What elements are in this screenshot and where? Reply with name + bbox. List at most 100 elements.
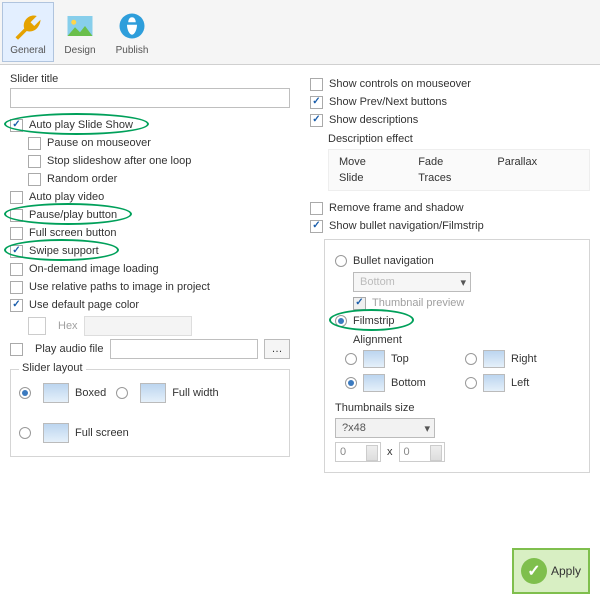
layout-legend: Slider layout: [19, 362, 86, 374]
toolbar-design-label: Design: [64, 45, 95, 56]
fullscreen-button-row[interactable]: Full screen button: [10, 226, 290, 240]
toolbar-design[interactable]: Design: [54, 2, 106, 62]
autoplay-row[interactable]: Auto play Slide Show: [10, 118, 290, 132]
apply-button[interactable]: ✓ Apply: [512, 548, 590, 594]
show-prevnext-row[interactable]: Show Prev/Next buttons: [310, 95, 590, 109]
thumb-height-input[interactable]: 0: [399, 442, 445, 462]
color-swatch[interactable]: [28, 317, 46, 335]
show-bullet-nav-row[interactable]: Show bullet navigation/Filmstrip: [310, 219, 590, 233]
default-color-row[interactable]: Use default page color: [10, 298, 290, 312]
align-top[interactable]: Top: [345, 350, 455, 368]
checkbox-icon: [10, 119, 23, 132]
pause-play-button-row[interactable]: Pause/play button: [10, 208, 290, 222]
align-left-label: Left: [511, 377, 529, 389]
thumbs-size-label: Thumbnails size: [335, 402, 579, 414]
boxed-preview-icon: [43, 383, 69, 403]
radio-icon: [19, 387, 31, 399]
layout-fullscreen-label: Full screen: [75, 427, 129, 439]
pause-mouseover-label: Pause on mouseover: [47, 136, 151, 150]
effect-move[interactable]: Move: [339, 154, 418, 170]
stop-one-loop-row[interactable]: Stop slideshow after one loop: [28, 154, 290, 168]
toolbar-publish[interactable]: Publish: [106, 2, 158, 62]
filmstrip-radio[interactable]: Filmstrip: [335, 314, 579, 328]
auto-play-video-label: Auto play video: [29, 190, 104, 204]
auto-play-video-row[interactable]: Auto play video: [10, 190, 290, 204]
show-prevnext-label: Show Prev/Next buttons: [329, 95, 447, 109]
layout-fullscreen[interactable]: Full screen: [19, 423, 129, 443]
relative-paths-row[interactable]: Use relative paths to image in project: [10, 280, 290, 294]
bullet-nav-label: Bullet navigation: [353, 254, 434, 268]
effect-fade[interactable]: Fade: [418, 154, 497, 170]
apply-label: Apply: [551, 564, 581, 578]
stop-one-loop-label: Stop slideshow after one loop: [47, 154, 191, 168]
show-controls-row[interactable]: Show controls on mouseover: [310, 77, 590, 91]
show-descriptions-row[interactable]: Show descriptions: [310, 113, 590, 127]
align-right[interactable]: Right: [465, 350, 575, 368]
slider-title-label: Slider title: [10, 73, 290, 85]
checkbox-icon: [28, 155, 41, 168]
toolbar-general-label: General: [10, 45, 46, 56]
audio-path-input[interactable]: [110, 339, 259, 359]
checkbox-icon: [310, 114, 323, 127]
layout-fullwidth[interactable]: Full width: [116, 383, 218, 403]
thumbs-size-select[interactable]: ?x48: [335, 418, 435, 438]
layout-boxed[interactable]: Boxed: [19, 383, 106, 403]
publish-icon: [115, 9, 149, 43]
hex-label: Hex: [58, 320, 78, 332]
thumb-width-input[interactable]: 0: [335, 442, 381, 462]
ondemand-loading-label: On-demand image loading: [29, 262, 159, 276]
show-controls-label: Show controls on mouseover: [329, 77, 471, 91]
top-toolbar: General Design Publish: [0, 0, 600, 65]
pause-mouseover-row[interactable]: Pause on mouseover: [28, 136, 290, 150]
default-color-label: Use default page color: [29, 298, 139, 312]
ondemand-loading-row[interactable]: On-demand image loading: [10, 262, 290, 276]
bullet-pos-select: Bottom: [353, 272, 471, 292]
fullscreen-preview-icon: [43, 423, 69, 443]
align-top-label: Top: [391, 353, 409, 365]
layout-fullwidth-label: Full width: [172, 387, 218, 399]
remove-frame-row[interactable]: Remove frame and shadow: [310, 201, 590, 215]
alignment-grid: Top Right Bottom Left: [345, 350, 579, 392]
radio-icon: [345, 377, 357, 389]
effect-slide[interactable]: Slide: [339, 170, 418, 186]
checkbox-icon: [10, 209, 23, 222]
radio-icon: [465, 353, 477, 365]
checkbox-icon: [10, 263, 23, 276]
desc-effect-list[interactable]: Move Fade Parallax Slide Traces: [328, 149, 590, 191]
radio-icon: [465, 377, 477, 389]
image-icon: [63, 9, 97, 43]
filmstrip-label: Filmstrip: [353, 314, 395, 328]
effect-traces[interactable]: Traces: [418, 170, 497, 186]
align-bottom-icon: [363, 374, 385, 392]
checkbox-icon[interactable]: [10, 343, 23, 356]
browse-button[interactable]: …: [264, 339, 290, 359]
bullet-nav-radio[interactable]: Bullet navigation: [335, 254, 579, 268]
layout-boxed-label: Boxed: [75, 387, 106, 399]
random-order-row[interactable]: Random order: [28, 172, 290, 186]
align-bottom-label: Bottom: [391, 377, 426, 389]
checkbox-icon: [28, 137, 41, 150]
nav-fieldset: Bullet navigation Bottom Thumbnail previ…: [324, 239, 590, 473]
audio-row: Play audio file …: [10, 339, 290, 359]
align-top-icon: [363, 350, 385, 368]
check-icon: ✓: [521, 558, 547, 584]
wrench-icon: [11, 9, 45, 43]
desc-effect-label: Description effect: [328, 133, 590, 145]
checkbox-icon: [310, 220, 323, 233]
swipe-support-row[interactable]: Swipe support: [10, 244, 290, 258]
swipe-support-label: Swipe support: [29, 244, 99, 258]
align-left[interactable]: Left: [465, 374, 575, 392]
effect-parallax[interactable]: Parallax: [497, 154, 576, 170]
toolbar-general[interactable]: General: [2, 2, 54, 62]
align-bottom[interactable]: Bottom: [345, 374, 455, 392]
checkbox-icon: [10, 245, 23, 258]
random-order-label: Random order: [47, 172, 117, 186]
left-column: Slider title Auto play Slide Show Pause …: [10, 73, 290, 477]
checkbox-icon: [10, 281, 23, 294]
fullscreen-button-label: Full screen button: [29, 226, 116, 240]
radio-icon: [19, 427, 31, 439]
slider-title-input[interactable]: [10, 88, 290, 108]
checkbox-icon: [310, 96, 323, 109]
radio-icon: [116, 387, 128, 399]
pause-play-button-label: Pause/play button: [29, 208, 117, 222]
